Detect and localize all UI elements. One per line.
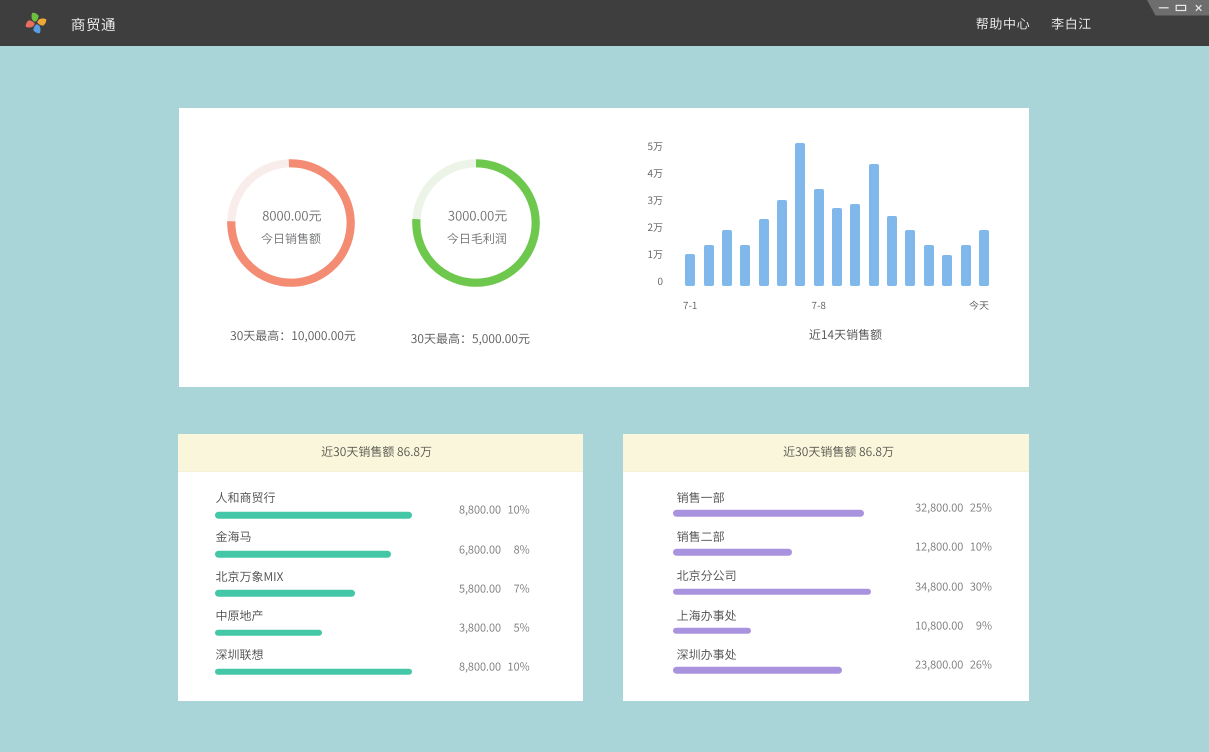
customer-panel-title: 近30天销售额 86.8万 bbox=[321, 446, 432, 458]
row-value: 32,800.00 bbox=[915, 503, 963, 514]
row-percent: 30% bbox=[970, 581, 992, 592]
row-percent: 5% bbox=[514, 622, 530, 633]
x-axis-label: 今天 bbox=[969, 300, 989, 310]
row-value: 8,800.00 bbox=[459, 662, 501, 673]
row-bar bbox=[215, 629, 322, 636]
today-profit-value: 3000.00元 bbox=[448, 209, 507, 222]
row-bar bbox=[673, 510, 864, 517]
app-logo-pinwheel-icon bbox=[24, 11, 48, 35]
user-menu[interactable]: 李白江 bbox=[1051, 17, 1092, 30]
day-bar bbox=[979, 230, 989, 287]
day-bar bbox=[887, 216, 897, 286]
day-bar bbox=[961, 245, 971, 287]
title-bar: 商贸通 帮助中心 李白江 bbox=[0, 0, 1209, 46]
row-label: 北京分公司 bbox=[677, 570, 737, 582]
row-bar bbox=[673, 667, 842, 674]
help-center-link[interactable]: 帮助中心 bbox=[976, 17, 1030, 30]
customer-panel-header: 近30天销售额 86.8万 bbox=[178, 434, 583, 472]
day-bar bbox=[814, 189, 824, 286]
day-bar bbox=[924, 245, 934, 287]
customer-sales-panel: 近30天销售额 86.8万 人和商贸行 8,800.00 10% 金海马 6,800.0… bbox=[178, 434, 583, 701]
row-percent: 26% bbox=[970, 660, 992, 671]
row-percent: 7% bbox=[514, 583, 530, 594]
day-bar bbox=[777, 200, 787, 286]
day-bar bbox=[740, 245, 750, 287]
row-label: 北京万象MIX bbox=[216, 571, 284, 583]
today-overview-panel: 8000.00元 今日销售额 30天最高：10,000.00元 3000.00元… bbox=[179, 108, 1029, 387]
row-bar bbox=[673, 588, 871, 595]
day-bar bbox=[795, 143, 805, 286]
day-bar bbox=[869, 164, 879, 287]
row-percent: 10% bbox=[970, 542, 992, 553]
row-value: 23,800.00 bbox=[915, 660, 963, 671]
app-window: 商贸通 帮助中心 李白江 8000.00元 今日销售额 30天最高：10,000… bbox=[0, 0, 1209, 752]
department-panel-header: 近30天销售额 86.8万 bbox=[623, 434, 1029, 472]
day-bar bbox=[722, 230, 732, 287]
row-bar bbox=[215, 669, 412, 676]
day-bar bbox=[905, 230, 915, 287]
department-panel-title: 近30天销售额 86.8万 bbox=[783, 446, 894, 458]
today-profit-label: 今日毛利润 bbox=[447, 233, 507, 245]
row-percent: 9% bbox=[976, 620, 992, 631]
row-label: 销售一部 bbox=[677, 492, 725, 504]
today-sales-value: 8000.00元 bbox=[262, 209, 321, 222]
y-axis-label: 1万 bbox=[648, 249, 664, 259]
row-value: 5,800.00 bbox=[459, 583, 501, 594]
y-axis-label: 0 bbox=[658, 276, 664, 286]
row-percent: 25% bbox=[970, 503, 992, 514]
row-percent: 10% bbox=[508, 505, 530, 516]
today-profit-30day-max: 30天最高：5,000.00元 bbox=[411, 333, 530, 345]
minimize-button[interactable] bbox=[1153, 0, 1168, 16]
day-bar bbox=[942, 255, 952, 286]
row-value: 34,800.00 bbox=[915, 581, 963, 592]
row-percent: 8% bbox=[514, 544, 530, 555]
y-axis-label: 4万 bbox=[648, 168, 664, 178]
maximize-button[interactable] bbox=[1169, 0, 1184, 16]
row-label: 中原地产 bbox=[216, 610, 264, 622]
row-label: 销售二部 bbox=[677, 531, 725, 543]
y-axis-label: 5万 bbox=[648, 141, 664, 151]
department-sales-panel: 近30天销售额 86.8万 销售一部 32,800.00 25% 销售二部 12,800… bbox=[623, 434, 1029, 701]
day-bar bbox=[850, 204, 860, 286]
day-bar bbox=[759, 219, 769, 287]
row-value: 8,800.00 bbox=[459, 505, 501, 516]
day-bar bbox=[704, 245, 714, 287]
day-bar bbox=[685, 254, 695, 286]
close-button[interactable] bbox=[1190, 0, 1205, 16]
row-bar bbox=[215, 551, 390, 558]
row-label: 深圳办事处 bbox=[677, 649, 737, 661]
row-value: 12,800.00 bbox=[915, 542, 963, 553]
app-title: 商贸通 bbox=[71, 17, 116, 32]
row-bar bbox=[673, 549, 792, 556]
bar-chart-title: 近14天销售额 bbox=[809, 329, 882, 341]
row-label: 上海办事处 bbox=[677, 610, 737, 622]
row-bar bbox=[215, 512, 412, 519]
y-axis-label: 3万 bbox=[648, 195, 664, 205]
row-label: 人和商贸行 bbox=[216, 492, 276, 504]
x-axis-label: 7-1 bbox=[683, 300, 697, 310]
today-sales-30day-max: 30天最高：10,000.00元 bbox=[230, 330, 356, 342]
row-bar bbox=[673, 628, 752, 635]
row-percent: 10% bbox=[508, 662, 530, 673]
row-bar bbox=[215, 590, 355, 597]
x-axis-label: 7-8 bbox=[811, 300, 825, 310]
day-bar bbox=[832, 208, 842, 286]
row-value: 10,800.00 bbox=[915, 620, 963, 631]
y-axis-label: 2万 bbox=[648, 222, 664, 232]
row-label: 金海马 bbox=[216, 531, 252, 543]
row-value: 3,800.00 bbox=[459, 622, 501, 633]
row-label: 深圳联想 bbox=[216, 649, 264, 661]
today-sales-label: 今日销售额 bbox=[261, 233, 321, 245]
row-value: 6,800.00 bbox=[459, 544, 501, 555]
